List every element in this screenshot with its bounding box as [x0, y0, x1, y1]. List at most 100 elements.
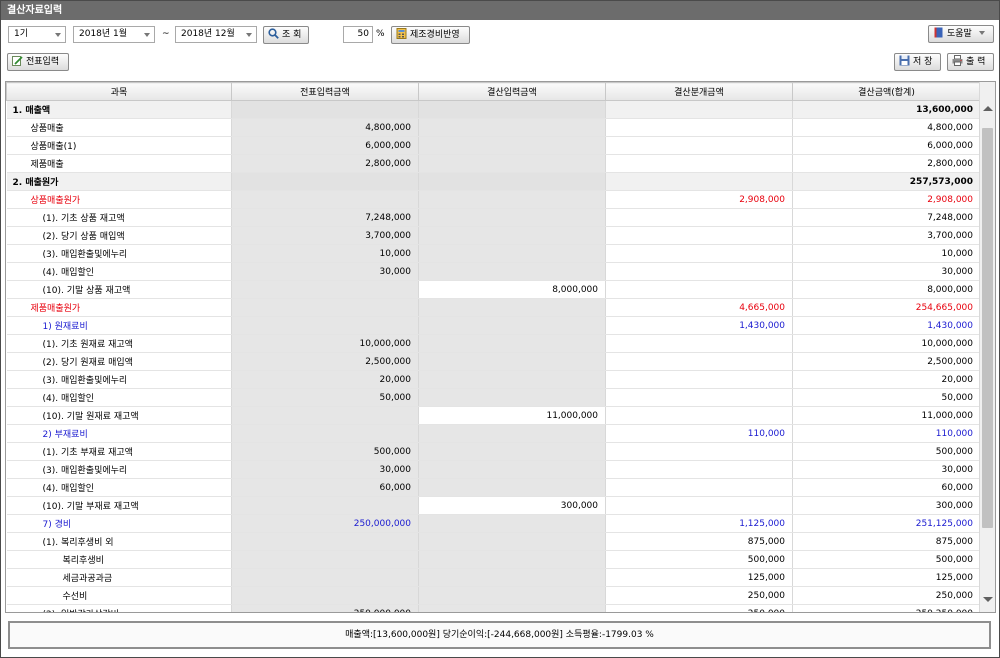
table-row[interactable]: 7) 경비 250,000,000 1,125,000 251,125,000 [6, 514, 981, 533]
total-amount-cell: 20,000 [792, 370, 981, 389]
table-row[interactable]: 1. 매출액 13,600,000 [6, 100, 981, 119]
voucher-amount-cell [231, 568, 419, 587]
table-row[interactable]: (2). 당기 원재료 매입액 2,500,000 2,500,000 [6, 352, 981, 371]
journal-amount-cell[interactable] [605, 442, 793, 461]
voucher-amount-cell [231, 496, 419, 515]
account-cell: (4). 매입할인 [6, 388, 232, 407]
journal-amount-cell[interactable]: 1,430,000 [605, 316, 793, 335]
range-separator: ~ [162, 29, 170, 39]
input-amount-cell[interactable]: 11,000,000 [418, 406, 606, 425]
print-button-label: 출 력 [966, 57, 986, 67]
column-header-total-amount[interactable]: 결산금액(합계) [792, 82, 981, 101]
scroll-down-icon[interactable] [983, 597, 993, 602]
table-row[interactable]: (4). 매입할인 30,000 30,000 [6, 262, 981, 281]
print-button[interactable]: 출 력 [947, 53, 994, 71]
save-button[interactable]: 저 장 [894, 53, 941, 71]
table-row[interactable]: (2). 일반감가상각비250,000,000 250,000250,250,00… [6, 604, 981, 612]
journal-amount-cell[interactable]: 2,908,000 [605, 190, 793, 209]
table-row[interactable]: (3). 매입환출및에누리 10,000 10,000 [6, 244, 981, 263]
total-amount-cell: 2,800,000 [792, 154, 981, 173]
scroll-up-icon[interactable] [983, 106, 993, 111]
total-amount-cell: 2,908,000 [792, 190, 981, 209]
journal-amount-cell[interactable]: 250,000 [605, 586, 793, 605]
journal-amount-cell[interactable]: 500,000 [605, 550, 793, 569]
journal-amount-cell[interactable] [605, 496, 793, 515]
date-from-select[interactable]: 2018년 1월 [73, 26, 155, 43]
help-button[interactable]: 도움말 [928, 25, 994, 43]
journal-amount-cell[interactable]: 875,000 [605, 532, 793, 551]
journal-amount-cell[interactable] [605, 352, 793, 371]
journal-amount-cell[interactable] [605, 118, 793, 137]
input-amount-cell[interactable]: 8,000,000 [418, 280, 606, 299]
journal-amount-cell[interactable] [605, 244, 793, 263]
search-button[interactable]: 조 회 [263, 26, 309, 44]
voucher-amount-cell: 3,700,000 [231, 226, 419, 245]
journal-amount-cell[interactable] [605, 460, 793, 479]
column-header-journal-amount[interactable]: 결산분개금액 [605, 82, 793, 101]
journal-amount-cell[interactable] [605, 388, 793, 407]
table-row[interactable]: (3). 매입환출및에누리 20,000 20,000 [6, 370, 981, 389]
voucher-amount-cell: 250,000,000 [231, 514, 419, 533]
table-row[interactable]: (10). 기말 원재료 재고액 11,000,000 11,000,000 [6, 406, 981, 425]
account-cell: 2. 매출원가 [6, 172, 232, 191]
journal-amount-cell[interactable] [605, 262, 793, 281]
date-to-select[interactable]: 2018년 12월 [175, 26, 257, 43]
table-row[interactable]: 상품매출 4,800,000 4,800,000 [6, 118, 981, 137]
journal-amount-cell[interactable] [605, 154, 793, 173]
journal-amount-cell[interactable] [605, 208, 793, 227]
journal-amount-cell[interactable]: 4,665,000 [605, 298, 793, 317]
voucher-entry-button[interactable]: 전표입력 [7, 53, 69, 71]
table-row[interactable]: 상품매출원가 2,908,000 2,908,000 [6, 190, 981, 209]
table-row[interactable]: 1) 원재료비 1,430,000 1,430,000 [6, 316, 981, 335]
table-row[interactable]: 복리후생비 500,000 500,000 [6, 550, 981, 569]
journal-amount-cell[interactable] [605, 136, 793, 155]
input-amount-cell [418, 172, 606, 191]
table-row[interactable]: 상품매출(1) 6,000,000 6,000,000 [6, 136, 981, 155]
table-row[interactable]: 2) 부재료비 110,000 110,000 [6, 424, 981, 443]
table-row[interactable]: (1). 기초 부재료 재고액 500,000 500,000 [6, 442, 981, 461]
percent-input[interactable]: 50 [343, 26, 373, 43]
input-amount-cell [418, 208, 606, 227]
table-row[interactable]: 수선비 250,000 250,000 [6, 586, 981, 605]
column-header-input-amount[interactable]: 결산입력금액 [418, 82, 606, 101]
input-amount-cell[interactable]: 300,000 [418, 496, 606, 515]
journal-amount-cell[interactable]: 110,000 [605, 424, 793, 443]
journal-amount-cell[interactable] [605, 172, 793, 191]
table-row[interactable]: (1). 복리후생비 외 875,000 875,000 [6, 532, 981, 551]
input-amount-cell [418, 190, 606, 209]
journal-amount-cell[interactable] [605, 100, 793, 119]
journal-amount-cell[interactable] [605, 226, 793, 245]
journal-amount-cell[interactable]: 250,000 [605, 604, 793, 612]
table-row[interactable]: (10). 기말 상품 재고액 8,000,000 8,000,000 [6, 280, 981, 299]
table-row[interactable]: (3). 매입환출및에누리 30,000 30,000 [6, 460, 981, 479]
total-amount-cell: 7,248,000 [792, 208, 981, 227]
table-row[interactable]: 세금과공과금 125,000 125,000 [6, 568, 981, 587]
journal-amount-cell[interactable] [605, 370, 793, 389]
account-cell: 1) 원재료비 [6, 316, 232, 335]
table-row[interactable]: (1). 기초 원재료 재고액 10,000,000 10,000,000 [6, 334, 981, 353]
table-row[interactable]: (1). 기초 상품 재고액 7,248,000 7,248,000 [6, 208, 981, 227]
table-row[interactable]: (2). 당기 상품 매입액 3,700,000 3,700,000 [6, 226, 981, 245]
table-row[interactable]: 제품매출 2,800,000 2,800,000 [6, 154, 981, 173]
period-select[interactable]: 1기 [8, 26, 66, 43]
vertical-scrollbar[interactable] [979, 82, 995, 612]
table-row[interactable]: 제품매출원가 4,665,000 254,665,000 [6, 298, 981, 317]
journal-amount-cell[interactable] [605, 334, 793, 353]
table-row[interactable]: (4). 매입할인 60,000 60,000 [6, 478, 981, 497]
table-row[interactable]: 2. 매출원가 257,573,000 [6, 172, 981, 191]
reflect-expense-button[interactable]: 제조경비반영 [391, 26, 470, 44]
scrollbar-thumb[interactable] [982, 128, 993, 528]
total-amount-cell: 110,000 [792, 424, 981, 443]
save-button-label: 저 장 [913, 57, 933, 67]
journal-amount-cell[interactable]: 125,000 [605, 568, 793, 587]
journal-amount-cell[interactable] [605, 406, 793, 425]
journal-amount-cell[interactable]: 1,125,000 [605, 514, 793, 533]
journal-amount-cell[interactable] [605, 280, 793, 299]
column-header-voucher-amount[interactable]: 전표입력금액 [231, 82, 419, 101]
account-cell: (1). 기초 부재료 재고액 [6, 442, 232, 461]
table-row[interactable]: (10). 기말 부재료 재고액 300,000 300,000 [6, 496, 981, 515]
journal-amount-cell[interactable] [605, 478, 793, 497]
account-cell: 상품매출 [6, 118, 232, 137]
table-row[interactable]: (4). 매입할인 50,000 50,000 [6, 388, 981, 407]
column-header-account[interactable]: 과목 [6, 82, 232, 101]
